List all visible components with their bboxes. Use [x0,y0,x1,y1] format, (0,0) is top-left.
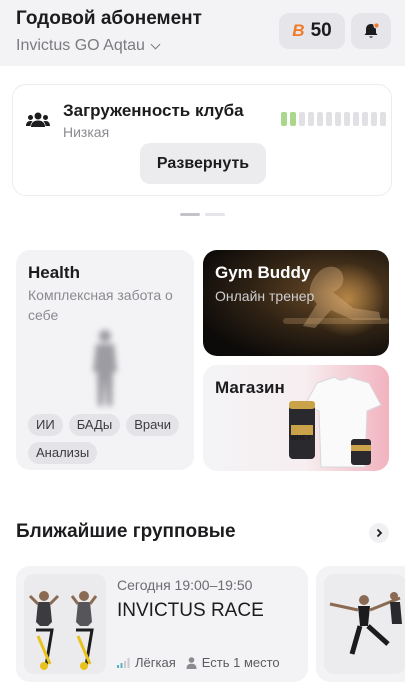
whey-label: WHEY [290,435,311,442]
load-level-segment [317,112,323,126]
class-spots-label: Есть 1 место [201,655,280,670]
class-name: INVICTUS RACE [117,600,264,621]
group-classes-more-button[interactable] [369,523,389,543]
person-icon [186,656,197,669]
page-title: Годовой абонемент [16,8,202,29]
gym-buddy-tile[interactable]: Gym Buddy Онлайн тренер [203,250,389,356]
notifications-button[interactable] [351,13,391,49]
class-spots: Есть 1 место [186,655,280,670]
health-chips: ИИ БАДы Врачи Анализы [28,414,188,464]
header: Годовой абонемент Invictus GO Aqtau B 50 [0,0,405,66]
gym-buddy-subtitle: Онлайн тренер [215,288,315,304]
class-card[interactable] [316,566,405,682]
shop-tile[interactable]: Магазин WHEY [203,365,389,471]
load-level-segment [371,112,377,126]
group-classes-title: Ближайшие групповые [16,521,236,542]
class-card[interactable]: Сегодня 19:00–19:50 INVICTUS RACE Лёгкая… [16,566,308,682]
pager-dots [180,213,225,216]
pager-dot-active [180,213,200,216]
points-button[interactable]: B 50 [279,13,345,49]
load-level-segment [380,112,386,126]
load-level-segment [344,112,350,126]
load-level-indicator [281,112,386,126]
health-tile[interactable]: Health Комплексная забота о себе ИИ БАДы… [16,250,194,470]
load-level-segment [326,112,332,126]
health-subtitle: Комплексная забота о себе [28,287,173,323]
bell-icon [364,22,380,38]
health-title: Health [28,263,80,282]
club-name: Invictus GO Aqtau [16,37,145,54]
chevron-down-icon [150,39,161,49]
signal-icon [117,657,130,668]
load-level-segment [308,112,314,126]
chip-supplements[interactable]: БАДы [68,414,121,436]
load-level-segment [362,112,368,126]
load-level-segment [353,112,359,126]
people-icon [26,112,50,127]
gym-buddy-title: Gym Buddy [215,263,311,282]
club-selector[interactable]: Invictus GO Aqtau [16,37,161,55]
chip-doctors[interactable]: Врачи [126,414,180,436]
club-load-title: Загруженность клуба [63,101,244,120]
load-level-segment [290,112,296,126]
load-level-segment [335,112,341,126]
shop-products-image [289,376,382,468]
class-meta: Лёгкая Есть 1 место [117,655,280,670]
class-photo [324,574,405,674]
chip-tests[interactable]: Анализы [28,442,98,464]
chip-ai[interactable]: ИИ [28,414,63,436]
load-level-segment [299,112,305,126]
class-photo [24,574,106,674]
class-level-label: Лёгкая [135,655,176,670]
chevron-right-icon [376,528,383,538]
expand-button[interactable]: Развернуть [140,143,266,184]
bonus-icon: B [292,21,305,40]
shop-title: Магазин [215,378,285,397]
class-time: Сегодня 19:00–19:50 [117,577,253,593]
body-figure-image [93,330,117,406]
points-value: 50 [310,20,332,41]
load-level-segment [281,112,287,126]
club-load-card: Загруженность клуба Низкая Развернуть [12,84,392,196]
club-load-status: Низкая [63,124,110,140]
pager-dot [205,213,225,216]
class-level: Лёгкая [117,655,176,670]
